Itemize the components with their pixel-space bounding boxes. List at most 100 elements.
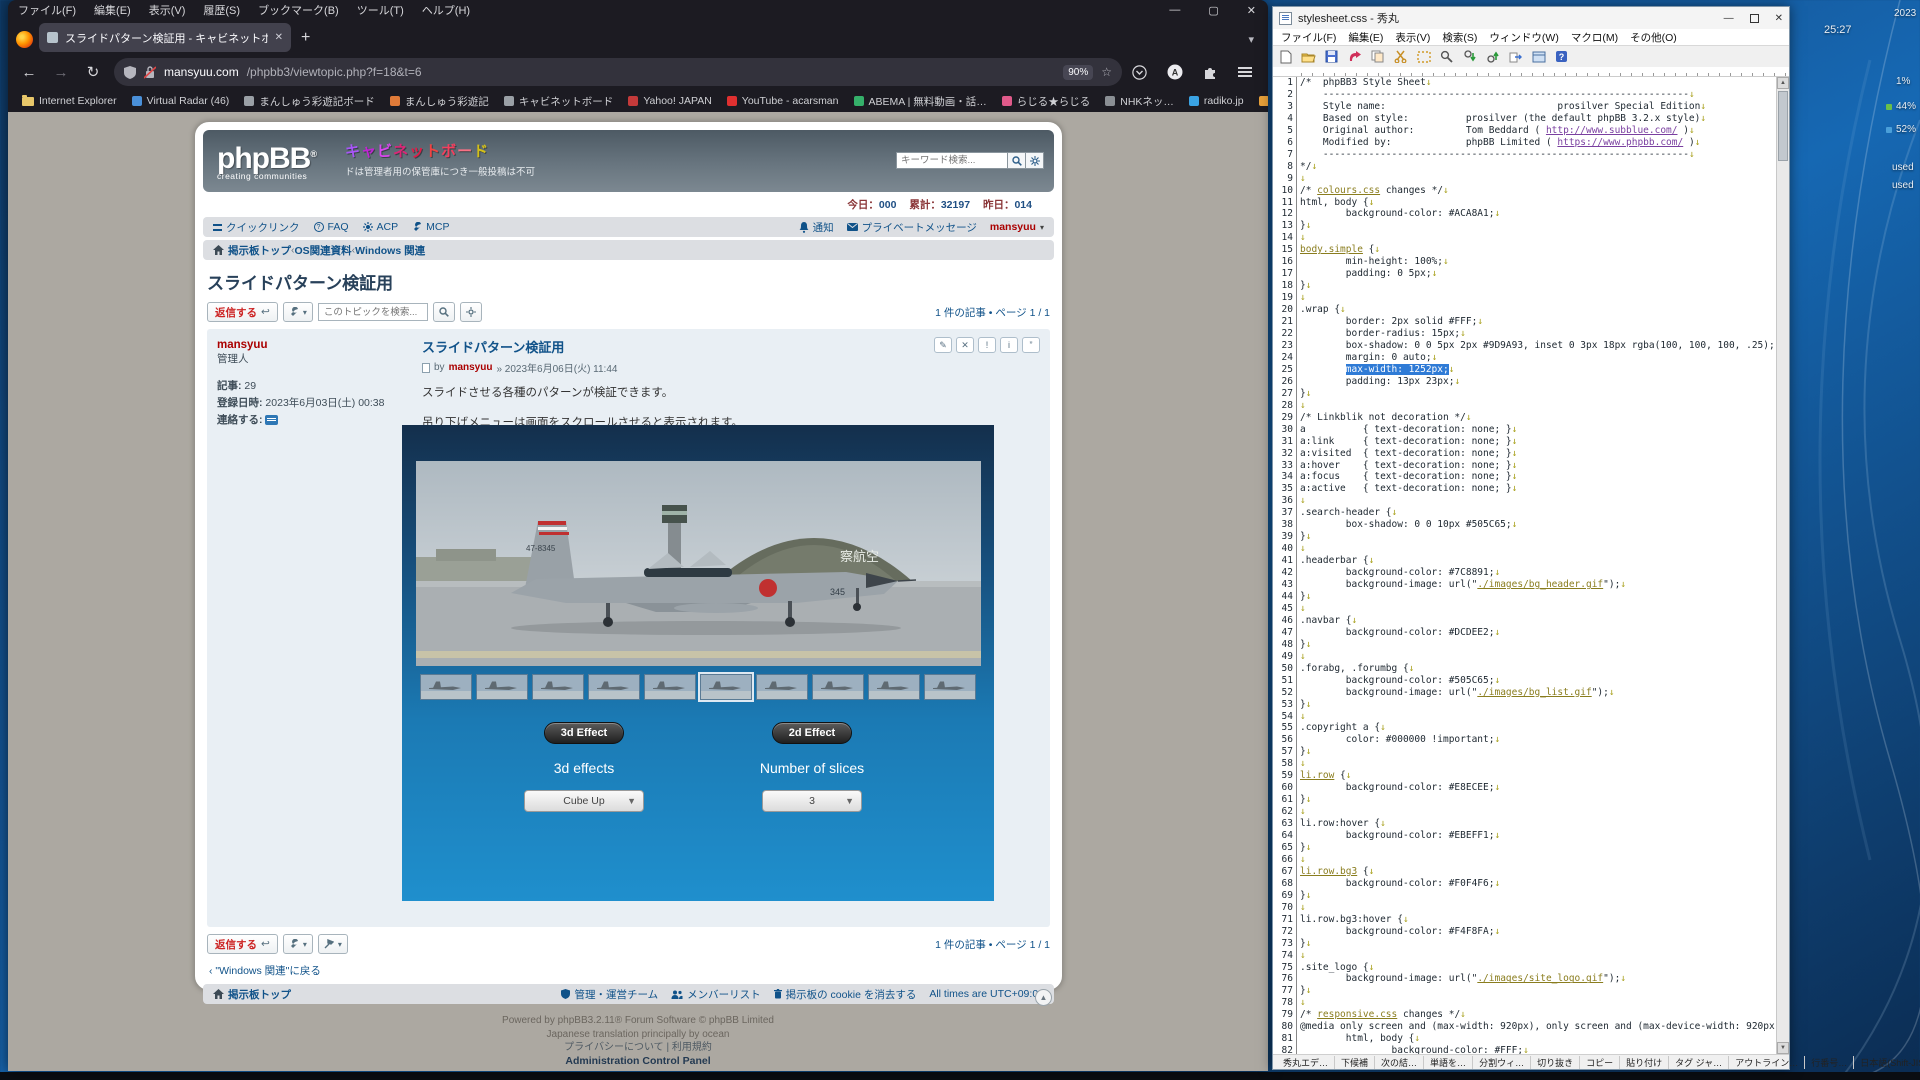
menu-hamburger-icon[interactable] <box>1238 67 1252 77</box>
edit-post-button[interactable]: ✎ <box>934 337 952 353</box>
topic-search-settings-button[interactable] <box>460 302 482 322</box>
cut-icon[interactable] <box>1392 49 1409 65</box>
lock-insecure-icon[interactable] <box>144 66 156 79</box>
team-link[interactable]: 管理・運営チーム <box>561 987 658 1002</box>
bookmark-item[interactable]: radiko.jp <box>1189 95 1244 107</box>
editor-scrollbar[interactable]: ▲ ▼ <box>1776 77 1789 1054</box>
minimize-button[interactable]: — <box>1169 4 1180 16</box>
firefox-menu-3[interactable]: 履歴(S) <box>203 2 240 18</box>
list-tabs-chevron-icon[interactable]: ▾ <box>1248 33 1254 46</box>
breadcrumb-subforum-link[interactable]: Windows 関連 <box>355 243 425 258</box>
faq-link[interactable]: ? FAQ <box>314 221 349 233</box>
status-item[interactable]: コピー <box>1580 1056 1620 1069</box>
extensions-puzzle-icon[interactable] <box>1203 65 1218 80</box>
slideshow-thumbnail-3[interactable] <box>532 674 584 700</box>
scrollbar-thumb[interactable] <box>1778 91 1788 161</box>
status-item[interactable]: アウトライン… <box>1729 1056 1805 1069</box>
notifications-link[interactable]: 通知 <box>799 220 834 235</box>
editor-menu-0[interactable]: ファイル(F) <box>1281 30 1336 45</box>
footer-acp-link[interactable]: Administration Control Panel <box>8 1055 1268 1069</box>
slideshow-thumbnail-9[interactable] <box>868 674 920 700</box>
close-button[interactable]: ✕ <box>1247 4 1256 17</box>
user-menu[interactable]: mansyuu ▾ <box>990 221 1044 233</box>
site-title[interactable]: キャビネットボード <box>345 140 489 161</box>
status-item[interactable]: 次の結… <box>1375 1056 1424 1069</box>
firefox-menu-1[interactable]: 編集(E) <box>94 2 131 18</box>
topic-tools-button[interactable]: ▾ <box>283 302 313 322</box>
url-bar[interactable]: mansyuu.com /phpbb3/viewtopic.php?f=18&t… <box>114 58 1122 86</box>
slideshow-thumbnail-10[interactable] <box>924 674 976 700</box>
tab-close-icon[interactable]: ✕ <box>275 32 283 43</box>
editor-menu-5[interactable]: マクロ(M) <box>1571 30 1618 45</box>
delete-post-button[interactable]: ✕ <box>956 337 974 353</box>
advanced-search-button[interactable] <box>1026 152 1044 169</box>
search-submit-button[interactable] <box>1008 152 1026 169</box>
split-window-icon[interactable] <box>1530 49 1547 65</box>
status-item[interactable]: 貼り付け <box>1620 1056 1669 1069</box>
reply-button-bottom[interactable]: 返信する↩ <box>207 934 278 954</box>
editor-menu-1[interactable]: 編集(E) <box>1348 30 1383 45</box>
new-file-icon[interactable] <box>1277 49 1294 65</box>
back-button[interactable]: ← <box>18 64 40 81</box>
status-item[interactable]: 日本語(Shift-JIS) <box>1854 1056 1920 1069</box>
private-messages-link[interactable]: プライベートメッセージ <box>847 220 977 235</box>
firefox-menu-0[interactable]: ファイル(F) <box>18 2 76 18</box>
bookmark-item[interactable]: Yahoo! JAPAN <box>628 95 711 107</box>
editor-menu-4[interactable]: ウィンドウ(W) <box>1489 30 1558 45</box>
2d-effect-button[interactable]: 2d Effect <box>772 722 852 744</box>
slideshow-photo-f4-phantom[interactable]: 察航空 <box>416 461 981 666</box>
help-icon[interactable]: ? <box>1553 49 1570 65</box>
scroll-up-arrow[interactable]: ▲ <box>1777 77 1789 89</box>
breadcrumb-home-link[interactable]: 掲示板トップ <box>213 243 291 258</box>
reply-button[interactable]: 返信する↩ <box>207 302 278 322</box>
maximize-button[interactable]: ▢ <box>1208 4 1218 17</box>
editor-code[interactable]: /* phpBB3 Style Sheet↓ -----------------… <box>1297 77 1776 1054</box>
report-post-button[interactable]: ! <box>978 337 996 353</box>
topic-tools-button-bottom[interactable]: ▾ <box>283 934 313 954</box>
status-item[interactable]: 行番号… <box>1805 1056 1854 1069</box>
bookmark-item[interactable]: Virtual Radar (46) <box>132 95 230 107</box>
status-item[interactable]: 切り抜き <box>1531 1056 1580 1069</box>
editor-menu-3[interactable]: 検索(S) <box>1442 30 1477 45</box>
status-item[interactable]: 単語を… <box>1424 1056 1473 1069</box>
topic-search-button[interactable] <box>433 302 455 322</box>
topic-title[interactable]: スライドパターン検証用 <box>207 269 1050 294</box>
slideshow-thumbnail-2[interactable] <box>476 674 528 700</box>
keyword-search-input[interactable] <box>896 152 1008 169</box>
editor-menu-2[interactable]: 表示(V) <box>1395 30 1430 45</box>
new-tab-button[interactable]: + <box>301 29 310 47</box>
editor-close-button[interactable]: ✕ <box>1775 13 1783 24</box>
editor-titlebar[interactable]: stylesheet.css - 秀丸 — ✕ <box>1273 7 1789 29</box>
moderator-tools-button[interactable]: ▾ <box>318 934 348 954</box>
bookmark-star-icon[interactable]: ☆ <box>1101 65 1112 79</box>
contact-message-icon[interactable] <box>265 415 278 425</box>
search-down-icon[interactable] <box>1461 49 1478 65</box>
save-icon[interactable] <box>1323 49 1340 65</box>
byline-author-link[interactable]: mansyuu <box>449 362 493 373</box>
slideshow-thumbnail-7[interactable] <box>756 674 808 700</box>
slideshow-thumbnail-8[interactable] <box>812 674 864 700</box>
quick-links-button[interactable]: クイックリンク <box>213 220 300 235</box>
editor-maximize-button[interactable] <box>1750 14 1759 23</box>
bookmark-item[interactable]: NHKネッ… <box>1105 94 1174 109</box>
firefox-menu-2[interactable]: 表示(V) <box>149 2 186 18</box>
status-item[interactable]: 秀丸エデ… <box>1277 1056 1335 1069</box>
phpbb-logo[interactable]: phpBB® creating communities <box>217 139 316 181</box>
acp-link[interactable]: ACP <box>363 221 399 233</box>
zoom-level-badge[interactable]: 90% <box>1063 65 1093 80</box>
macro-red-arrow-icon[interactable] <box>1346 49 1363 65</box>
copy-icon[interactable] <box>1369 49 1386 65</box>
scroll-down-arrow[interactable]: ▼ <box>1777 1042 1789 1054</box>
bookmark-item[interactable]: YouTube - acarsman <box>727 95 839 107</box>
reload-button[interactable]: ↻ <box>82 63 104 81</box>
status-item[interactable]: 下候補 <box>1335 1056 1375 1069</box>
shield-icon[interactable] <box>124 66 136 79</box>
jump-icon[interactable] <box>1507 49 1524 65</box>
firefox-menu-5[interactable]: ツール(T) <box>357 2 404 18</box>
bookmark-item[interactable]: キャビネットボード <box>504 94 614 109</box>
bookmark-item[interactable]: まんしゅう彩遊記ボード <box>244 94 375 109</box>
bookmark-item[interactable]: まんしゅう彩遊記 <box>390 94 489 109</box>
editor-text-area[interactable]: 1234567891011121314151617181920212223242… <box>1273 77 1789 1054</box>
slideshow-thumbnail-6[interactable] <box>700 674 752 700</box>
slices-select[interactable]: 3▼ <box>762 790 862 812</box>
